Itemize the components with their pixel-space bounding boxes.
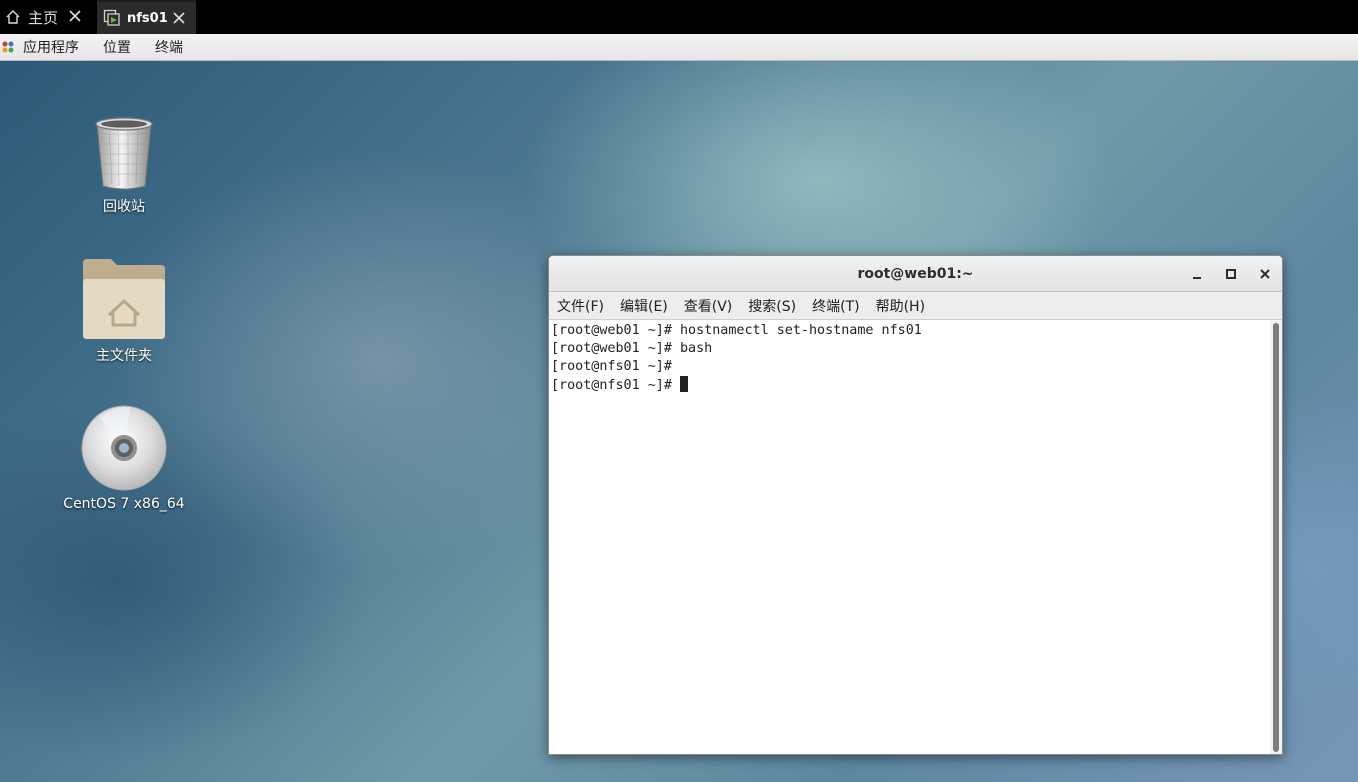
close-icon[interactable] [66,7,84,25]
menu-file[interactable]: 文件(F) [557,296,604,316]
desktop-icon-trash-label: 回收站 [103,199,145,215]
tab-vm-nfs01[interactable]: nfs01 [97,0,196,34]
minimize-icon[interactable] [1188,265,1206,283]
desktop-icon-trash[interactable]: 回收站 [59,114,189,216]
disc-icon [81,405,167,491]
desktop-icon-centos-disc-label: CentOS 7 x86_64 [63,496,185,512]
gnome-foot-icon [1,40,15,54]
terminal-line: [root@web01 ~]# bash [551,341,713,356]
trash-icon [95,117,153,190]
terminal-screen[interactable]: [root@web01 ~]# hostnamectl set-hostname… [549,321,1270,754]
terminal-menubar: 文件(F) 编辑(E) 查看(V) 搜索(S) 终端(T) 帮助(H) [549,292,1282,320]
terminal-window[interactable]: root@web01:~ 文件(F) 编辑(E) 查看(V) 搜索(S) 终端(… [548,255,1283,755]
terminal-titlebar[interactable]: root@web01:~ [549,256,1282,292]
tab-home-label: 主页 [28,8,59,27]
close-icon[interactable] [170,9,188,27]
terminal-line: [root@web01 ~]# hostnamectl set-hostname… [551,323,922,338]
close-icon[interactable] [1256,265,1274,283]
desktop-icon-home-folder-label: 主文件夹 [96,348,152,364]
menu-edit[interactable]: 编辑(E) [620,296,668,316]
tab-vm-label: nfs01 [127,10,168,26]
vmware-tab-strip: 主页 nfs01 [0,0,1358,34]
terminal-line-active: [root@nfs01 ~]# [551,376,1270,394]
gnome-top-panel: 应用程序 位置 终端 [0,34,1358,61]
maximize-icon[interactable] [1222,265,1240,283]
terminal-line: [root@nfs01 ~]# [551,359,672,374]
desktop-icon-centos-disc[interactable]: CentOS 7 x86_64 [59,404,189,512]
tab-home[interactable]: 主页 [0,0,92,34]
panel-menu-terminal[interactable]: 终端 [155,37,183,57]
terminal-scrollbar[interactable] [1270,321,1282,754]
home-icon [4,8,22,26]
terminal-title: root@web01:~ [857,265,974,282]
menu-help[interactable]: 帮助(H) [876,296,925,316]
terminal-prompt: [root@nfs01 ~]# [551,378,680,393]
menu-search[interactable]: 搜索(S) [748,296,796,316]
menu-view[interactable]: 查看(V) [684,296,733,316]
scrollbar-thumb[interactable] [1273,323,1279,752]
panel-menu-places[interactable]: 位置 [103,37,131,57]
home-folder-icon [83,259,165,339]
vm-icon [103,9,121,27]
text-cursor [680,376,688,392]
menu-terminal[interactable]: 终端(T) [812,296,859,316]
desktop-icon-home-folder[interactable]: 主文件夹 [59,259,189,365]
panel-menu-applications[interactable]: 应用程序 [23,37,79,57]
